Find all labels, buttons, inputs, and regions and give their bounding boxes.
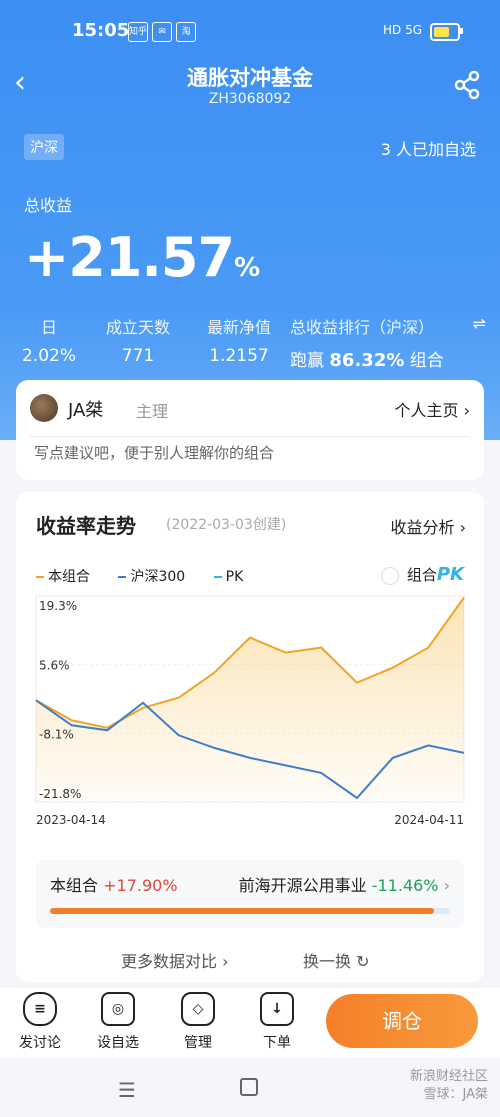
page-title: 通胀对冲基金 [187,66,313,90]
zhihu-app-icon: 知乎 [128,22,148,42]
x-tick-label: 2024-04-11 [394,813,464,827]
tab-watchlist[interactable]: ◎ 设自选 [88,992,148,1052]
manage-icon: ◇ [181,992,215,1026]
adjust-position-button[interactable]: 调仓 [326,994,478,1048]
tab-order[interactable]: ↓ 下单 [247,992,307,1052]
taobao-app-icon: 淘 [176,22,196,42]
swap-icon[interactable]: ⇌ [473,314,486,333]
watermark: 新浪财经社区 雪球：JA桀 [409,1069,488,1102]
metric-days: 成立天数 771 [105,318,170,366]
x-tick-label: 2023-04-14 [36,813,106,827]
order-icon: ↓ [260,992,294,1026]
divider [30,436,470,437]
total-return-value: +21.57% [24,226,260,289]
more-compare-link[interactable]: 更多数据对比 › [121,948,229,972]
avatar[interactable] [30,394,58,422]
mail-app-icon: ✉ [152,22,172,42]
top-nav: ‹ 通胀对冲基金 ZH3068092 [0,58,500,114]
pk-right: 前海开源公用事业 -11.46% › [238,876,450,895]
tab-manage[interactable]: ◇ 管理 [168,992,228,1052]
y-tick-label: -21.8% [39,787,81,801]
total-return-label: 总收益 [24,196,73,215]
watchers-count: 3 人已加自选 [380,140,476,159]
pk-progress-bar [50,908,450,914]
homepage-link[interactable]: 个人主页 › [395,397,471,421]
watchlist-icon: ◎ [101,992,135,1026]
portfolio-area [36,597,464,802]
manager-role: 主理 [136,402,169,421]
return-analysis-link[interactable]: 收益分析 › [391,514,467,538]
home-icon[interactable] [240,1078,258,1096]
shuffle-button[interactable]: 换一换 ↻ [303,948,370,972]
metric-daily: 日 2.02% [21,318,76,366]
menu-icon[interactable]: ☰ [118,1078,136,1102]
manager-note[interactable]: 写点建议吧，便于别人理解你的组合 [34,442,274,463]
chat-icon: ≡ [23,992,57,1026]
manager-name[interactable]: JA桀 [68,396,103,422]
y-tick-label: 19.3% [39,599,77,613]
y-tick-label: 5.6% [39,659,70,673]
hero-panel: 15:05 知乎 ✉ 淘 HD 5G ‹ 通胀对冲基金 ZH3068092 沪深… [0,0,500,440]
manager-card: JA桀 主理 个人主页 › 写点建议吧，便于别人理解你的组合 [16,380,484,480]
tab-discuss[interactable]: ≡ 发讨论 [10,992,70,1052]
system-nav-bar: ☰ 新浪财经社区 雪球：JA桀 [0,1058,500,1117]
chart-card: 收益率走势 (2022-03-03创建) 收益分析 › 本组合 沪深300 PK… [16,492,484,982]
metrics-row: 日 2.02% 成立天数 771 最新净值 1.2157 总收益排行（沪深） ⇌… [0,314,500,374]
status-bar: 15:05 知乎 ✉ 淘 HD 5G [0,20,500,46]
chart-title: 收益率走势 [36,514,136,538]
share-icon[interactable] [452,70,482,100]
metric-nav: 最新净值 1.2157 [206,318,271,366]
bottom-action-bar: ≡ 发讨论 ◎ 设自选 ◇ 管理 ↓ 下单 调仓 [0,988,500,1058]
market-tag: 沪深 [24,134,64,160]
chart-created-date: (2022-03-03创建) [166,517,287,533]
pk-comparison[interactable]: 本组合 +17.90% 前海开源公用事业 -11.46% › [36,860,464,928]
battery-icon [430,23,463,41]
portfolio-code: ZH3068092 [208,91,292,107]
network-indicators: HD 5G [382,23,422,37]
y-tick-label: -8.1% [39,727,74,741]
pk-left: 本组合 +17.90% [50,876,178,895]
metric-rank[interactable]: 总收益排行（沪深） ⇌ 跑赢 86.32% 组合 [290,314,486,371]
status-time: 15:05 [72,20,130,41]
return-chart[interactable]: 19.3% 5.6% -8.1% -21.8% 2023-04-14 2024-04-11 [16,582,484,842]
